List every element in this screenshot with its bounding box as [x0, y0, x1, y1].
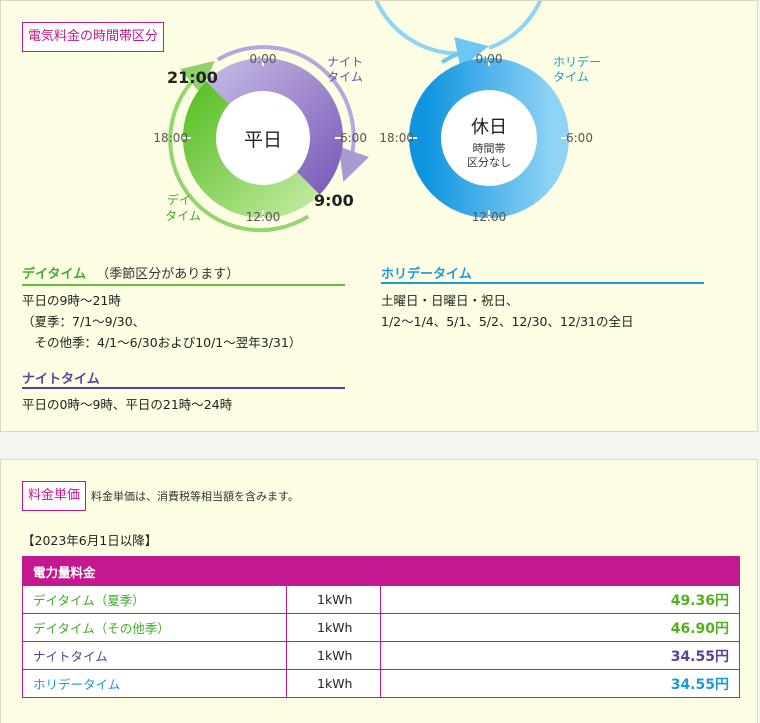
holiday-dial: 休日 時間帯 区分なし 0:00 6:00 12:00 18:00 ホリデー タ… — [374, 1, 601, 224]
day-label-line1: デイ — [167, 192, 191, 207]
unit-price-note: 料金単価は、消費税等相当額を含みます。 — [91, 490, 299, 503]
row-unit: 1kWh — [286, 669, 381, 698]
holiday-center-sub1: 時間帯 — [473, 142, 506, 155]
holiday-tick-12: 12:00 — [472, 210, 507, 224]
weekday-dial: 平日 0:00 6:00 12:00 18:00 21:00 9:00 ナイト … — [153, 45, 369, 233]
row-price: 34.55円 — [380, 641, 740, 670]
night-legend-title: ナイトタイム — [22, 372, 100, 387]
tick-12: 12:00 — [246, 210, 281, 224]
row-unit: 1kWh — [286, 613, 381, 642]
row-price: 34.55円 — [380, 669, 740, 698]
day-label-line2: タイム — [165, 209, 201, 223]
row-name: ホリデータイム — [22, 669, 287, 698]
night-label-line2: タイム — [327, 70, 363, 84]
boundary-21: 21:00 — [167, 68, 218, 87]
night-divider — [22, 387, 345, 389]
tick-0: 0:00 — [250, 52, 277, 66]
night-label-line1: ナイト — [327, 55, 363, 69]
holiday-tick-18: 18:00 — [379, 131, 414, 145]
row-unit: 1kWh — [286, 641, 381, 670]
unit-price-panel: 料金単価 料金単価は、消費税等相当額を含みます。 【2023年6月1日以降】 電… — [0, 459, 758, 723]
table-row: デイタイム（夏季） 1kWh 49.36円 — [22, 585, 740, 614]
day-legend-title: デイタイム （季節区分があります） — [22, 263, 239, 282]
holiday-tick-6: 6:00 — [566, 131, 593, 145]
row-unit: 1kWh — [286, 585, 381, 614]
price-table-header: 電力量料金 — [22, 556, 740, 586]
day-divider — [22, 284, 345, 286]
row-price: 49.36円 — [380, 585, 740, 614]
row-name: ナイトタイム — [22, 641, 287, 670]
holiday-legend-title: ホリデータイム — [381, 267, 472, 282]
night-description: 平日の0時～9時、平日の21時～24時 — [22, 397, 233, 412]
time-band-dials: 平日 0:00 6:00 12:00 18:00 21:00 9:00 ナイト … — [153, 1, 601, 233]
boundary-9: 9:00 — [314, 191, 354, 210]
day-description: 平日の9時～21時 （夏季：7/1～9/30、 その他季：4/1～6/30および… — [22, 293, 302, 350]
holiday-arrow-track — [374, 1, 543, 56]
price-table: 電力量料金 デイタイム（夏季） 1kWh 49.36円 デイタイム（その他季） … — [22, 556, 740, 698]
holiday-description: 土曜日・日曜日・祝日、 1/2～1/4、5/1、5/2、12/30、12/31の… — [381, 293, 634, 329]
day-legend-note: （季節区分があります） — [96, 267, 240, 282]
holiday-label-line1: ホリデー — [553, 54, 601, 69]
effective-date: 【2023年6月1日以降】 — [22, 533, 158, 548]
tick-18: 18:00 — [153, 131, 188, 145]
holiday-center-label: 休日 — [471, 117, 507, 138]
price-table-header-cell: 電力量料金 — [22, 556, 740, 586]
weekday-center-label: 平日 — [244, 129, 282, 151]
table-row: ナイトタイム 1kWh 34.55円 — [22, 641, 740, 670]
day-legend-name: デイタイム — [22, 267, 87, 282]
holiday-label-line2: タイム — [553, 70, 589, 84]
holiday-divider — [381, 282, 704, 284]
tick-6: 6:00 — [340, 131, 367, 145]
unit-price-tag: 料金単価 — [22, 481, 87, 511]
row-name: デイタイム（その他季） — [22, 613, 287, 642]
row-name: デイタイム（夏季） — [22, 585, 287, 614]
holiday-dial-center — [442, 91, 536, 185]
holiday-tick-0: 0:00 — [476, 52, 503, 66]
table-row: デイタイム（その他季） 1kWh 46.90円 — [22, 613, 740, 642]
table-row: ホリデータイム 1kWh 34.55円 — [22, 669, 740, 698]
row-price: 46.90円 — [380, 613, 740, 642]
holiday-center-sub2: 区分なし — [467, 156, 511, 169]
time-band-panel: 電気料金の時間帯区分 平日 0:00 6:00 12:00 18:00 21:0… — [0, 0, 758, 432]
